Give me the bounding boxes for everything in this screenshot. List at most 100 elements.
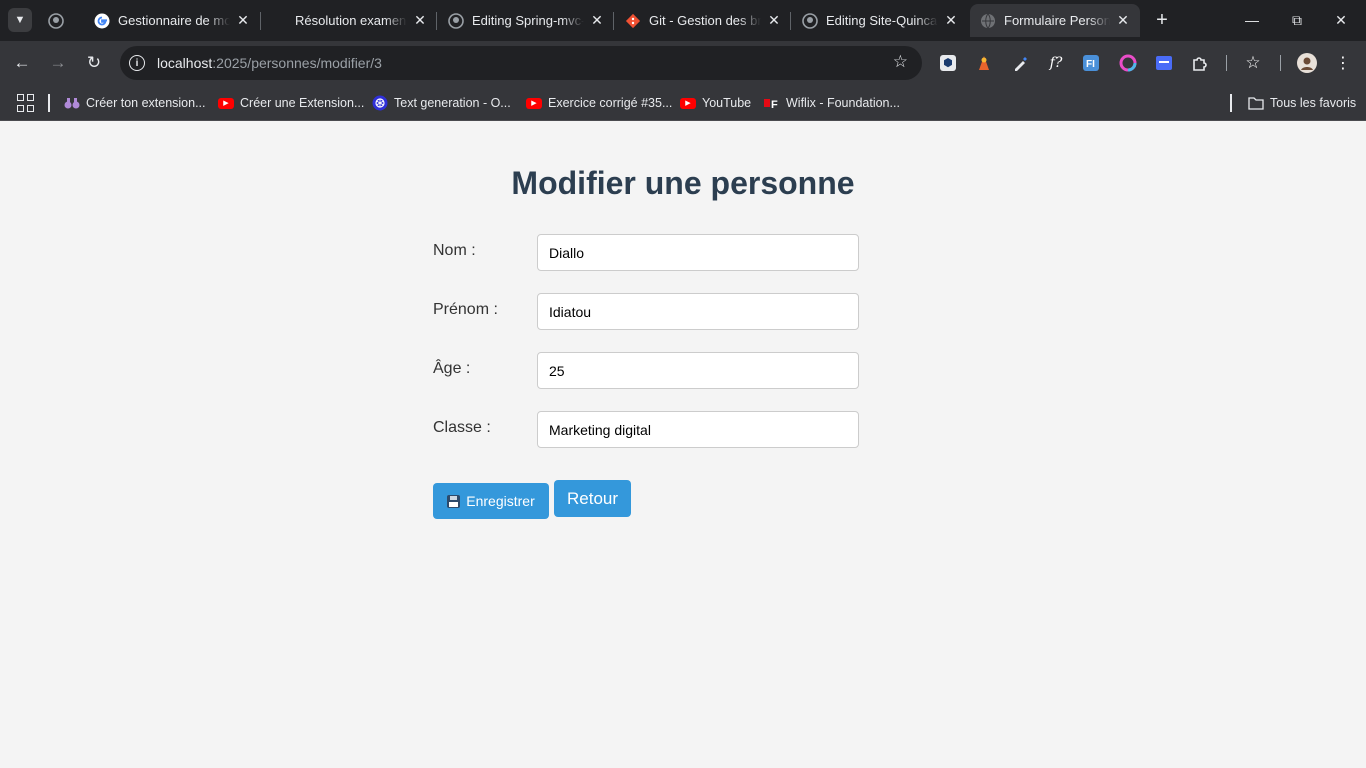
bookmark-creer-une-extension[interactable]: ▶ Créer une Extension...: [218, 93, 364, 113]
minimize-button[interactable]: —: [1237, 6, 1267, 34]
svg-text:FI: FI: [1086, 59, 1095, 70]
github-icon: [802, 12, 818, 29]
extension-cube-icon[interactable]: [938, 53, 958, 73]
arrow-right-icon: →: [49, 53, 67, 72]
tab-separator: [260, 12, 261, 30]
new-tab-button[interactable]: +: [1150, 8, 1174, 32]
age-input[interactable]: [537, 352, 859, 389]
bookmark-text-generation[interactable]: Text generation - O...: [372, 93, 511, 113]
tab-github-pinned[interactable]: [48, 4, 84, 37]
close-tab-icon[interactable]: ✕: [411, 12, 429, 29]
more-menu-icon[interactable]: ⋮: [1333, 53, 1353, 73]
browser-toolbar: ← → ↻ i localhost:2025/personnes/modifie…: [0, 41, 1366, 85]
chevron-down-icon: ▼: [14, 14, 26, 26]
all-bookmarks-folder[interactable]: Tous les favoris: [1248, 93, 1356, 113]
all-bookmarks-label: Tous les favoris: [1270, 96, 1357, 110]
extension-fi-icon[interactable]: FI: [1081, 53, 1101, 73]
site-info-icon[interactable]: i: [129, 55, 145, 71]
close-tab-icon[interactable]: ✕: [588, 12, 606, 29]
close-tab-icon[interactable]: ✕: [1114, 12, 1132, 29]
blank-page-icon: [271, 13, 287, 29]
bookmarks-star-icon[interactable]: ☆: [1243, 53, 1263, 73]
prenom-label: Prénom :: [433, 301, 498, 318]
close-window-button[interactable]: ✕: [1326, 6, 1356, 34]
address-bar[interactable]: i localhost:2025/personnes/modifier/3 ☆: [120, 46, 922, 80]
tab-title: Editing Site-Quincaillerie: [826, 13, 938, 28]
puzzle-extensions-icon[interactable]: [1190, 53, 1210, 73]
back-button-label: Retour: [566, 488, 619, 508]
toolbar-separator: [1280, 55, 1281, 71]
bookmark-label: Créer ton extension...: [86, 96, 206, 110]
color-ring-icon[interactable]: [1118, 53, 1138, 73]
youtube-icon: ▶: [680, 95, 696, 111]
back-link-button[interactable]: Retour: [554, 480, 631, 517]
plus-icon: +: [1156, 8, 1168, 31]
extension-keyboard-icon[interactable]: [1154, 53, 1174, 73]
page-title: Modifier une personne: [511, 165, 855, 201]
bookmark-label: Créer une Extension...: [240, 96, 365, 110]
tab-title: Gestionnaire de mots de passe: [118, 13, 230, 28]
bookmark-star-icon[interactable]: ☆: [893, 52, 908, 72]
url-host: localhost: [157, 55, 213, 71]
tab-title: Formulaire Personne: [1004, 13, 1110, 28]
reload-icon: ↻: [86, 53, 102, 72]
nom-label: Nom :: [433, 242, 476, 259]
save-button-label: Enregistrer: [466, 493, 535, 509]
floppy-disk-icon: [447, 494, 461, 508]
folder-icon: [1248, 95, 1264, 111]
tab-separator: [613, 12, 614, 30]
bookmarks-separator: [1230, 94, 1232, 112]
restore-button[interactable]: ⧉: [1282, 6, 1312, 34]
classe-input[interactable]: [537, 411, 859, 448]
binoculars-icon: [64, 95, 80, 111]
forward-button[interactable]: →: [45, 50, 71, 76]
openai-icon: [372, 95, 388, 111]
reload-button[interactable]: ↻: [81, 50, 107, 76]
bookmark-label: YouTube: [702, 96, 752, 110]
tab-formulaire-personne[interactable]: Formulaire Personne ✕: [970, 4, 1140, 37]
url-text[interactable]: localhost:2025/personnes/modifier/3: [157, 55, 382, 71]
page-content: Modifier une personne Nom : Prénom : Âge…: [0, 121, 1366, 768]
svg-text:F: F: [771, 99, 778, 109]
bookmark-exercice-corrige[interactable]: ▶ Exercice corrigé #35...: [526, 93, 672, 113]
bookmark-youtube[interactable]: ▶ YouTube: [680, 93, 751, 113]
youtube-icon: ▶: [526, 95, 542, 111]
prenom-input[interactable]: [537, 293, 859, 330]
tab-gestionnaire[interactable]: Gestionnaire de mots de passe ✕: [94, 4, 252, 37]
apps-grid-icon[interactable]: [17, 94, 35, 112]
tab-editing-site[interactable]: Editing Site-Quincaillerie ✕: [802, 4, 960, 37]
minimize-icon: —: [1245, 12, 1259, 28]
bookmark-label: Wiflix - Foundation...: [786, 96, 900, 110]
restore-icon: ⧉: [1292, 11, 1302, 28]
extension-figure-icon[interactable]: [974, 53, 994, 73]
age-label: Âge :: [433, 360, 471, 377]
function-icon[interactable]: f?: [1046, 53, 1066, 73]
tab-resolution-examens[interactable]: Résolution examens ✕: [271, 4, 429, 37]
back-button[interactable]: ←: [9, 50, 35, 76]
bookmarks-separator: [48, 94, 50, 112]
classe-label: Classe :: [433, 419, 491, 436]
tab-title: Git - Gestion des branches: [649, 13, 761, 28]
eyedropper-icon[interactable]: [1011, 53, 1031, 73]
github-icon: [48, 12, 64, 29]
tab-separator: [436, 12, 437, 30]
tab-title: Editing Spring-mvc-: [472, 13, 584, 28]
tab-search-button[interactable]: ▼: [8, 8, 32, 32]
close-tab-icon[interactable]: ✕: [765, 12, 783, 29]
close-tab-icon[interactable]: ✕: [234, 12, 252, 29]
tab-git-branches[interactable]: Git - Gestion des branches ✕: [625, 4, 783, 37]
globe-icon: [980, 13, 996, 29]
close-tab-icon[interactable]: ✕: [942, 12, 960, 29]
tab-separator: [790, 12, 791, 30]
bookmark-creer-extension[interactable]: Créer ton extension...: [64, 93, 206, 113]
url-path: :2025/personnes/modifier/3: [212, 55, 382, 71]
close-icon: ✕: [1335, 11, 1347, 28]
wiflix-icon: F: [764, 95, 780, 111]
tab-editing-spring[interactable]: Editing Spring-mvc- ✕: [448, 4, 606, 37]
git-icon: [625, 13, 641, 29]
bookmark-wiflix[interactable]: F Wiflix - Foundation...: [764, 93, 900, 113]
tab-strip: ▼ Gestionnaire de mots de passe ✕ Résolu…: [0, 0, 1366, 41]
nom-input[interactable]: [537, 234, 859, 271]
profile-avatar[interactable]: [1297, 53, 1317, 73]
save-button[interactable]: Enregistrer: [433, 483, 549, 519]
